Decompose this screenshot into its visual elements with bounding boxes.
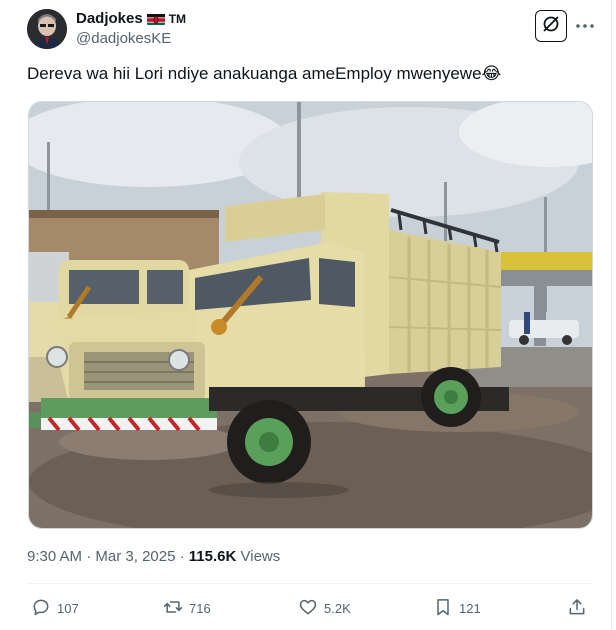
meta-separator: · [86, 548, 96, 565]
tweet-actions: 107 716 5.2K 121 [27, 595, 597, 621]
kenya-flag-icon [146, 13, 165, 25]
tweet-date[interactable]: Mar 3, 2025 [95, 548, 175, 565]
author-handle[interactable]: @dadjokesKE [76, 30, 171, 47]
tweet-card: Dadjokes TM @dadjokesKE Dereva wa hii Lo… [0, 0, 612, 630]
share-icon [567, 597, 587, 620]
reply-count: 107 [57, 600, 79, 616]
share-button[interactable] [567, 595, 587, 621]
views-count: 115.6K [188, 548, 237, 565]
like-button[interactable]: 5.2K [298, 595, 351, 621]
grok-button[interactable] [535, 10, 567, 42]
repost-button[interactable]: 716 [163, 595, 211, 621]
like-icon [298, 597, 318, 620]
more-options-icon [575, 16, 595, 34]
more-options-button[interactable] [572, 12, 598, 38]
bookmark-count: 121 [459, 600, 481, 616]
meta-separator: · [179, 548, 189, 565]
tweet-meta: 9:30 AM · Mar 3, 2025 · 115.6K Views [27, 548, 280, 565]
bookmark-icon [433, 597, 453, 620]
like-count: 5.2K [324, 600, 351, 616]
author-name[interactable]: Dadjokes [76, 10, 143, 27]
avatar[interactable] [27, 9, 67, 49]
bookmark-button[interactable]: 121 [433, 595, 481, 621]
tweet-time[interactable]: 9:30 AM [27, 548, 82, 565]
tweet-media-image[interactable] [28, 101, 593, 529]
repost-count: 716 [189, 600, 211, 616]
repost-icon [163, 597, 183, 620]
tweet-text: Dereva wa hii Lori ndiye anakuanga ameEm… [27, 64, 502, 83]
grok-icon [541, 14, 561, 39]
reply-icon [31, 597, 51, 620]
reply-button[interactable]: 107 [31, 595, 79, 621]
views-label: Views [240, 548, 281, 565]
author-suffix: TM [168, 11, 187, 26]
divider [27, 583, 592, 584]
author-name-row[interactable]: Dadjokes TM [76, 10, 186, 27]
